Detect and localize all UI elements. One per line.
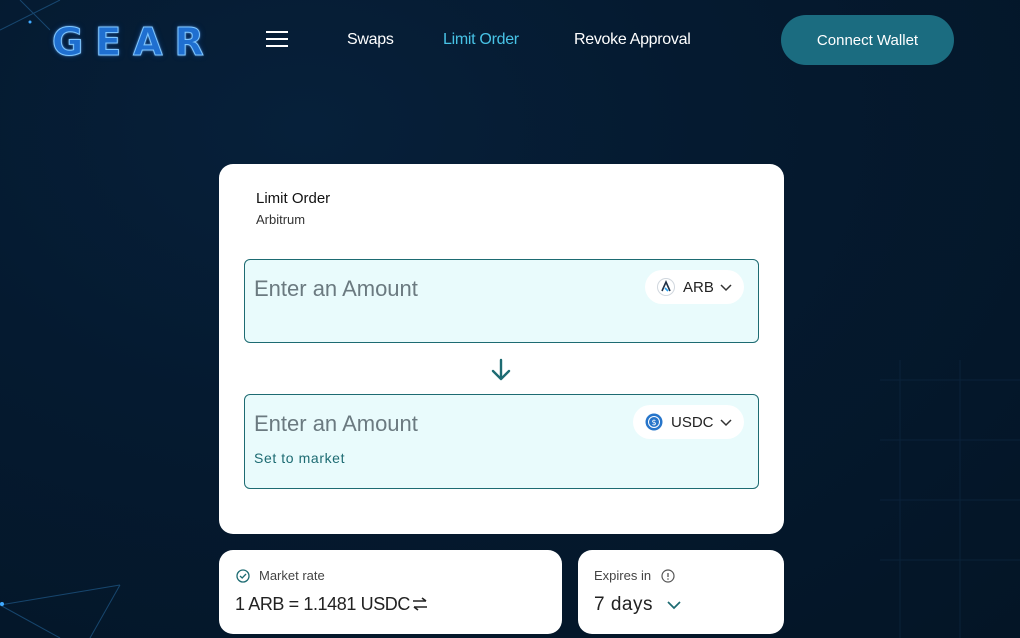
- market-rate-value: 1 ARB = 1.1481 USDC: [235, 594, 411, 614]
- swap-direction-arrow-icon[interactable]: [489, 357, 513, 388]
- expires-value: 7 days: [594, 594, 653, 615]
- check-circle-icon: [236, 569, 250, 588]
- chevron-down-icon: [720, 279, 732, 296]
- chevron-down-icon: [719, 414, 732, 431]
- to-token-select[interactable]: $ USDC: [633, 405, 744, 439]
- market-rate-card: Market rate 1 ARB = 1.1481 USDC: [219, 550, 562, 634]
- set-to-market-link[interactable]: Set to market: [254, 450, 345, 466]
- connect-wallet-button[interactable]: Connect Wallet: [781, 15, 954, 65]
- info-icon[interactable]: [661, 569, 675, 588]
- from-token-select[interactable]: ARB: [645, 270, 744, 304]
- gear-logo[interactable]: GEAR: [52, 20, 216, 65]
- to-token-label: USDC: [671, 413, 714, 431]
- usdc-icon: $: [645, 413, 663, 431]
- limit-order-card: Limit Order Arbitrum ARB: [219, 164, 784, 534]
- from-amount-box: ARB: [244, 259, 759, 343]
- svg-text:$: $: [651, 418, 656, 427]
- hamburger-menu-icon[interactable]: [266, 31, 288, 49]
- card-title: Limit Order: [256, 190, 331, 207]
- expires-card: Expires in 7 days: [578, 550, 784, 634]
- nav-revoke-approval[interactable]: Revoke Approval: [574, 31, 691, 49]
- from-token-label: ARB: [683, 278, 714, 296]
- top-navigation-bar: GEAR Swaps Limit Order Revoke Approval C…: [0, 0, 1020, 80]
- network-label: Arbitrum: [256, 212, 306, 227]
- to-amount-box: $ USDC Set to market: [244, 394, 759, 489]
- invert-rate-icon[interactable]: [412, 597, 428, 616]
- expires-label: Expires in: [594, 568, 652, 583]
- arbitrum-icon: [657, 278, 675, 296]
- market-rate-label: Market rate: [259, 568, 325, 583]
- chevron-down-icon: [667, 594, 681, 616]
- expires-select[interactable]: 7 days: [594, 594, 681, 616]
- nav-limit-order[interactable]: Limit Order: [443, 31, 519, 49]
- to-amount-input[interactable]: [254, 409, 614, 439]
- nav-swaps[interactable]: Swaps: [347, 31, 394, 49]
- from-amount-input[interactable]: [254, 274, 614, 304]
